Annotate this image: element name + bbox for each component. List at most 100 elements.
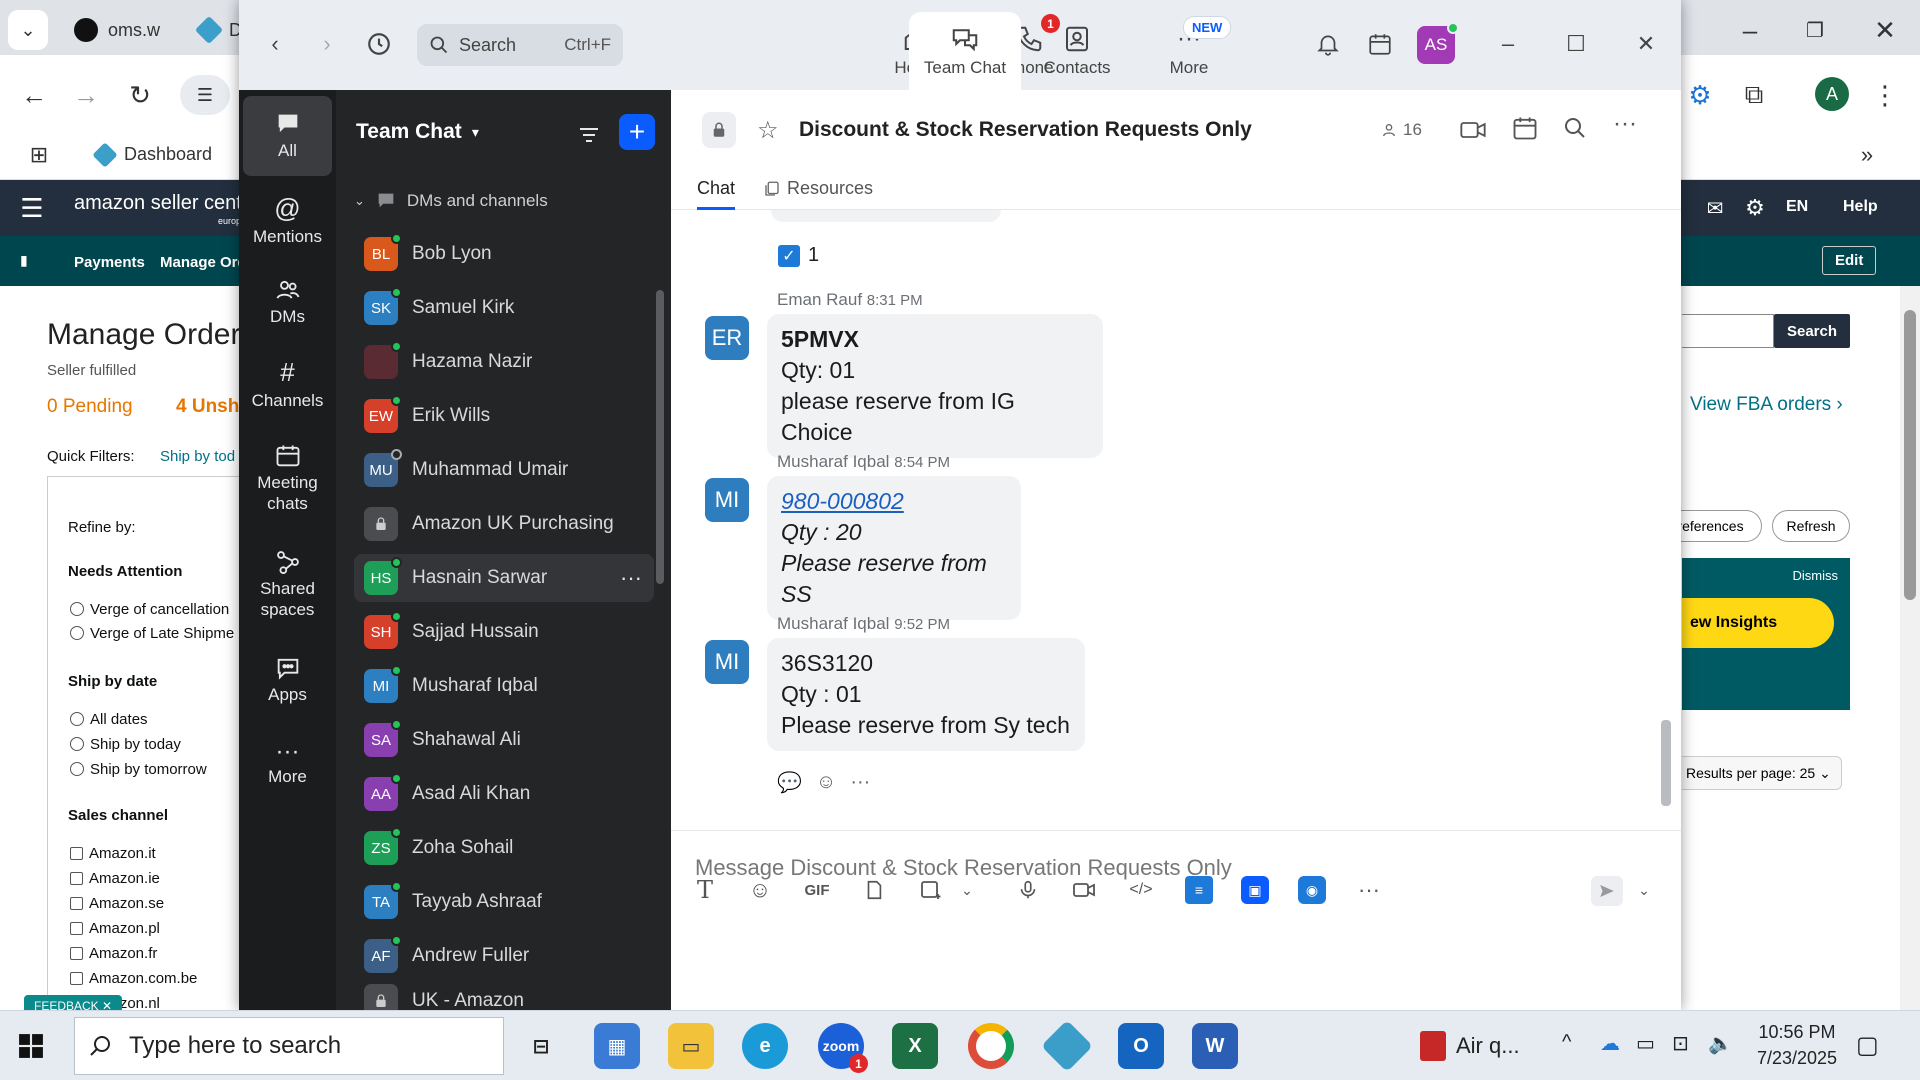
- filter-icon[interactable]: [574, 120, 604, 150]
- contact-item[interactable]: BL Bob Lyon: [354, 230, 654, 278]
- taskbar-search-input[interactable]: Type here to search: [74, 1017, 504, 1075]
- back-icon[interactable]: ←: [14, 75, 54, 115]
- chrome-icon[interactable]: [968, 1023, 1014, 1069]
- channel-checkbox[interactable]: Amazon.com.be: [70, 970, 197, 987]
- language-selector[interactable]: EN: [1786, 198, 1808, 216]
- contact-item[interactable]: SH Sajjad Hussain: [354, 608, 654, 656]
- nav-dms[interactable]: DMs: [243, 264, 332, 340]
- task-view-icon[interactable]: ⊟: [518, 1023, 564, 1069]
- channel-list-scrollbar[interactable]: [656, 290, 664, 584]
- bookmark-icon[interactable]: ▮: [20, 252, 28, 269]
- nav-shared-spaces[interactable]: Shared spaces: [243, 534, 332, 634]
- volume-icon[interactable]: 🔈: [1708, 1031, 1733, 1056]
- tab-list-button[interactable]: ⌄: [8, 10, 48, 50]
- nav-channels[interactable]: # Channels: [243, 346, 332, 422]
- panel-title[interactable]: Team Chat ▾: [356, 120, 479, 144]
- send-options-chevron-icon[interactable]: ⌄: [1630, 876, 1658, 904]
- chat-scrollbar-thumb[interactable]: [1661, 720, 1671, 806]
- contact-item[interactable]: MU Muhammad Umair: [354, 446, 654, 494]
- message-link[interactable]: 980-000802: [781, 486, 1007, 517]
- filter-ship-tomorrow[interactable]: Ship by tomorrow: [70, 761, 207, 778]
- history-icon[interactable]: [361, 26, 397, 62]
- tab-contacts[interactable]: Contacts: [1021, 12, 1133, 90]
- contact-item[interactable]: SA Shahawal Ali: [354, 716, 654, 764]
- contact-item[interactable]: AA Asad Ali Khan: [354, 770, 654, 818]
- show-hidden-icons-icon[interactable]: ^: [1562, 1031, 1571, 1054]
- nav-all[interactable]: All: [243, 96, 332, 176]
- reply-icon[interactable]: 💬: [777, 770, 802, 795]
- contact-item[interactable]: ZS Zoha Sohail: [354, 824, 654, 872]
- nav-payments[interactable]: Payments: [74, 254, 145, 271]
- nav-more[interactable]: ··· More: [243, 724, 332, 804]
- nav-meeting-chats[interactable]: Meeting chats: [243, 428, 332, 528]
- contact-item[interactable]: EW Erik Wills: [354, 392, 654, 440]
- zoom-app-icon[interactable]: zoom 1: [818, 1023, 868, 1073]
- checkbox-reaction[interactable]: ✓ 1: [778, 244, 819, 267]
- nav-apps[interactable]: Apps: [243, 640, 332, 720]
- minimize-browser-icon[interactable]: –: [1730, 10, 1770, 50]
- help-link[interactable]: Help: [1843, 198, 1878, 216]
- contact-item[interactable]: SK Samuel Kirk: [354, 284, 654, 332]
- forward-arrow-icon[interactable]: ›: [309, 26, 345, 62]
- screenshot-icon[interactable]: [917, 876, 945, 904]
- emoji-icon[interactable]: ☺: [746, 876, 774, 904]
- contact-item[interactable]: Hazama Nazir: [354, 338, 654, 386]
- more-bookmarks-icon[interactable]: »: [1850, 135, 1884, 175]
- channel-checkbox[interactable]: Amazon.ie: [70, 870, 160, 887]
- section-header[interactable]: ⌄ DMs and channels: [354, 190, 548, 212]
- site-info-icon[interactable]: ☰: [180, 75, 230, 115]
- more-options-icon[interactable]: ···: [620, 565, 642, 591]
- filter-verge-cancellation[interactable]: Verge of cancellation: [70, 601, 229, 618]
- user-avatar[interactable]: AS: [1417, 22, 1459, 64]
- microphone-icon[interactable]: [1014, 876, 1042, 904]
- text-format-icon[interactable]: T: [691, 876, 719, 904]
- calendar-icon[interactable]: [1511, 114, 1539, 147]
- excel-icon[interactable]: X: [892, 1023, 938, 1069]
- chevron-down-icon[interactable]: ⌄: [953, 876, 981, 904]
- browser-tab-oms[interactable]: oms.w: [60, 10, 175, 50]
- file-explorer-icon[interactable]: ▭: [668, 1023, 714, 1069]
- calculator-icon[interactable]: ▦: [594, 1023, 640, 1069]
- nav-mentions[interactable]: @ Mentions: [243, 182, 332, 258]
- pending-tab[interactable]: 0 Pending: [47, 396, 133, 418]
- maximize-icon[interactable]: ☐: [1558, 26, 1594, 62]
- dismiss-link[interactable]: Dismiss: [1793, 568, 1839, 583]
- message-bubble[interactable]: 5PMVX Qty: 01 please reserve from IG Cho…: [767, 314, 1103, 458]
- more-options-icon[interactable]: ···: [1613, 110, 1637, 138]
- app-zoom-icon[interactable]: ◉: [1298, 876, 1326, 904]
- app-docs-icon[interactable]: ≡: [1185, 876, 1213, 904]
- filter-all-dates[interactable]: All dates: [70, 711, 148, 728]
- file-icon[interactable]: [860, 876, 888, 904]
- view-fba-orders-link[interactable]: View FBA orders ›: [1690, 394, 1843, 416]
- filter-verge-late[interactable]: Verge of Late Shipme: [70, 625, 234, 642]
- channel-checkbox[interactable]: Amazon.se: [70, 895, 164, 912]
- star-icon[interactable]: ☆: [757, 116, 779, 145]
- filter-ship-today[interactable]: Ship by today: [70, 736, 181, 753]
- code-snippet-icon[interactable]: </>: [1127, 876, 1155, 904]
- avatar[interactable]: ER: [705, 316, 749, 360]
- tab-more[interactable]: ··· More NEW: [1133, 12, 1245, 90]
- channel-checkbox[interactable]: Amazon.it: [70, 845, 156, 862]
- avatar[interactable]: MI: [705, 640, 749, 684]
- tab-team-chat-main[interactable]: Team Chat: [909, 12, 1021, 90]
- more-tools-icon[interactable]: ···: [1355, 876, 1383, 904]
- bookmark-dashboard[interactable]: Dashboard: [92, 141, 212, 168]
- puzzle-icon[interactable]: ⧉: [1734, 75, 1774, 115]
- windows-start-icon[interactable]: [18, 1033, 44, 1059]
- calendar-icon[interactable]: [1362, 26, 1398, 62]
- extension-icon[interactable]: ⚙: [1680, 75, 1720, 115]
- network-icon[interactable]: ⊡: [1672, 1031, 1689, 1056]
- unshipped-tab[interactable]: 4 Unsh: [176, 396, 239, 418]
- channel-checkbox[interactable]: Amazon.pl: [70, 920, 160, 937]
- members-button[interactable]: 16: [1381, 120, 1422, 140]
- pinned-app-icon[interactable]: [1040, 1019, 1094, 1073]
- mail-icon[interactable]: ✉: [1698, 188, 1732, 228]
- contact-item[interactable]: TA Tayyab Ashraaf: [354, 878, 654, 926]
- view-insights-button[interactable]: ew Insights: [1682, 598, 1834, 648]
- settings-gear-icon[interactable]: ⚙: [1738, 188, 1772, 228]
- notification-center-icon[interactable]: ▢: [1856, 1031, 1879, 1060]
- message-bubble[interactable]: 36S3120 Qty : 01 Please reserve from Sy …: [767, 638, 1085, 751]
- page-scrollbar-thumb[interactable]: [1904, 310, 1916, 600]
- page-scrollbar[interactable]: [1900, 286, 1920, 1046]
- channel-checkbox[interactable]: Amazon.fr: [70, 945, 157, 962]
